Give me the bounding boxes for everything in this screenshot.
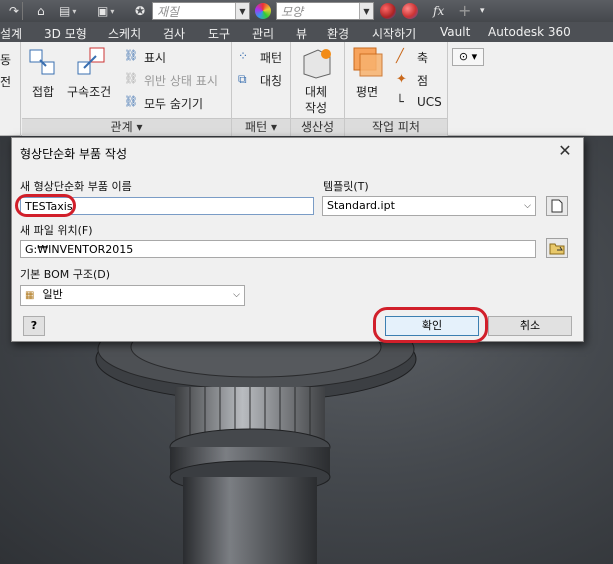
tab-design[interactable]: 설계 [0, 25, 22, 42]
new-template-button[interactable] [546, 196, 568, 216]
help-button[interactable]: ? [23, 316, 45, 336]
tab-autodesk-360[interactable]: Autodesk 360 [488, 25, 571, 39]
ucs-icon: └ [396, 95, 404, 110]
substitute-label-2[interactable]: 작성 [305, 99, 327, 116]
tab-3d-model[interactable]: 3D 모형 [44, 25, 87, 42]
violation-icon: ⛓ [124, 72, 138, 85]
clear-appearance-icon[interactable] [402, 3, 418, 19]
plane-label[interactable]: 평면 [356, 83, 378, 100]
mirror-icon: ⧉ [238, 72, 247, 86]
bom-value: 일반 [42, 288, 63, 301]
bom-structure-label: 기본 BOM 구조(D) [20, 268, 111, 281]
cancel-button[interactable]: 취소 [488, 316, 572, 336]
help-icon: ? [30, 319, 38, 332]
panel-pattern[interactable]: 패턴 ▾ [232, 118, 290, 136]
folder-icon [549, 243, 565, 255]
assembly-constraint-label[interactable]: 구속조건 [67, 83, 111, 100]
join-label[interactable]: 접합 [32, 83, 54, 100]
customize-chevron-icon[interactable]: ▾ [480, 2, 485, 20]
substitute-icon[interactable] [300, 46, 334, 83]
tab-sketch[interactable]: 스케치 [108, 25, 141, 42]
material-combo[interactable]: 재질 ▼ [152, 2, 250, 20]
appearance-placeholder: 모양 [281, 4, 304, 19]
point-icon: ✦ [396, 72, 407, 87]
panel-productivity: 생산성 [291, 118, 344, 136]
template-select[interactable]: Standard.ipt ⌵ [322, 196, 536, 216]
hide-all-label[interactable]: 모두 숨기기 [144, 95, 203, 112]
dialog-title: 형상단순화 부품 작성 [20, 147, 127, 161]
show-violation-label: 위반 상태 표시 [144, 74, 218, 88]
panel-work-features-label: 작업 피처 [372, 120, 420, 134]
panel-pattern-label: 패턴 [245, 120, 268, 134]
appearance-combo[interactable]: 모양 ▼ [276, 2, 374, 20]
fx-icon[interactable]: fx [433, 2, 444, 20]
ribbon-panel: 동 전 접합 구속조건 ⛓ 표시 ⛓ 위반 상태 표시 ⛓ 모두 숨기기 관계 … [0, 42, 613, 136]
cut-off-label: 동 [0, 53, 12, 67]
tab-view[interactable]: 뷰 [296, 25, 307, 42]
panel-relations[interactable]: 관계 ▾ [22, 118, 231, 136]
show-icon: ⛓ [124, 49, 138, 62]
plus-icon[interactable]: + [458, 1, 471, 20]
file-location-label: 새 파일 위치(F) [20, 224, 93, 237]
file-location-input[interactable] [20, 240, 536, 258]
chevron-down-icon: ⌵ [524, 201, 531, 211]
tab-environments[interactable]: 환경 [327, 25, 349, 42]
substitute-label-1[interactable]: 대체 [305, 83, 327, 100]
quick-access-toolbar: ↷ ⌂ ▤ ▾ ▣ ▾ ✪ 재질 ▼ 모양 ▼ fx + ▾ [0, 0, 613, 22]
update-icon[interactable]: ▣ ▾ [97, 2, 114, 20]
browse-folder-button[interactable] [546, 238, 568, 258]
point-label[interactable]: 점 [417, 72, 428, 89]
divider [22, 2, 23, 20]
join-icon[interactable] [28, 46, 60, 81]
cancel-label: 취소 [519, 319, 541, 332]
part-name-input[interactable] [20, 197, 314, 215]
chevron-down-icon: ▼ [359, 3, 373, 19]
ucs-label[interactable]: UCS [417, 95, 442, 109]
tab-inspect[interactable]: 검사 [163, 25, 185, 42]
template-value: Standard.ipt [327, 199, 395, 212]
axis-icon: ╱ [396, 49, 404, 64]
document-icon [551, 199, 563, 213]
panel-options-button[interactable]: ⊙ ▾ [452, 48, 484, 66]
pattern-icon: ⁘ [238, 49, 249, 63]
adjust-appearance-icon[interactable] [380, 3, 396, 19]
tab-get-started[interactable]: 시작하기 [372, 25, 416, 42]
plane-icon[interactable] [352, 46, 384, 81]
close-icon[interactable]: ✕ [555, 141, 575, 160]
divider [20, 42, 21, 136]
assembly-constraint-icon[interactable] [76, 46, 108, 81]
bom-icon: ▦ [25, 290, 35, 301]
ok-label: 확인 [421, 319, 443, 332]
tab-vault[interactable]: Vault [440, 25, 470, 39]
redo-icon[interactable]: ↷ [9, 2, 19, 20]
panel-relations-label: 관계 [110, 120, 133, 134]
tab-manage[interactable]: 관리 [252, 25, 274, 42]
pattern-label[interactable]: 패턴 [260, 49, 282, 66]
cut-off-label: 전 [0, 75, 12, 89]
color-wheel-icon[interactable] [255, 3, 271, 19]
ribbon-tabs: 설계 3D 모형 스케치 검사 도구 관리 뷰 환경 시작하기 Vault Au… [0, 22, 613, 42]
panel-work-features: 작업 피처 [345, 118, 447, 136]
home-icon[interactable]: ⌂ [37, 2, 45, 20]
select-priority-icon[interactable]: ✪ [135, 2, 145, 20]
ok-button[interactable]: 확인 [385, 316, 479, 336]
material-placeholder: 재질 [157, 4, 180, 19]
chevron-down-icon: ▼ [235, 3, 249, 19]
open-drawing-icon[interactable]: ▤ ▾ [59, 2, 76, 20]
bom-structure-select[interactable]: ▦ 일반 ⌵ [20, 285, 245, 306]
fx-label: fx [433, 4, 445, 18]
derived-part-dialog: 형상단순화 부품 작성 ✕ 새 형상단순화 부품 이름 템플릿(T) Stand… [11, 137, 584, 342]
hide-all-icon: ⛓ [124, 95, 138, 108]
divider [447, 42, 448, 136]
template-label: 템플릿(T) [323, 180, 369, 193]
show-label[interactable]: 표시 [144, 49, 166, 66]
chevron-down-icon: ⌵ [233, 290, 240, 300]
axis-label[interactable]: 축 [417, 49, 428, 66]
tab-tools[interactable]: 도구 [208, 25, 230, 42]
panel-productivity-label: 생산성 [300, 120, 335, 134]
mirror-label[interactable]: 대칭 [260, 72, 282, 89]
part-name-label: 새 형상단순화 부품 이름 [20, 180, 132, 193]
